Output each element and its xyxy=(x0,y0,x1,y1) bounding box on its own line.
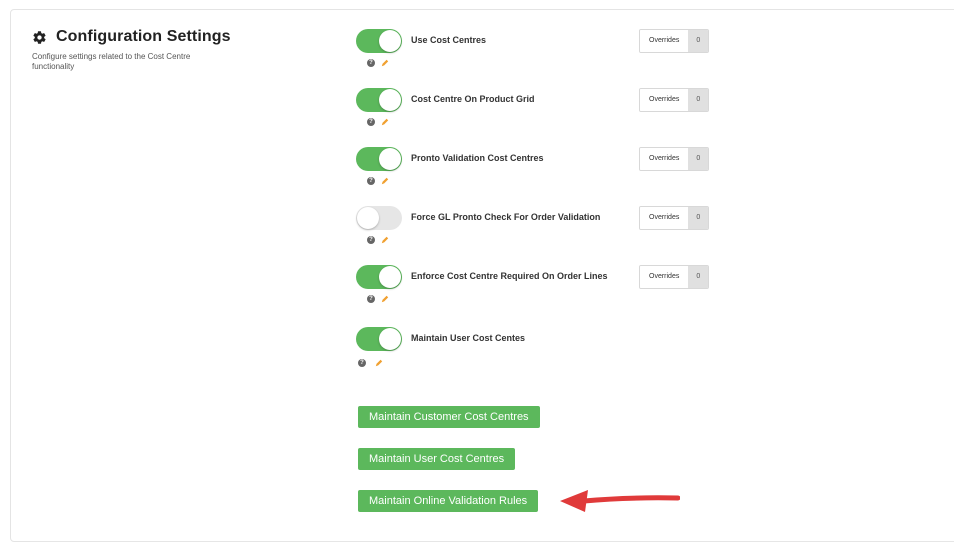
toggle-switch[interactable] xyxy=(356,206,402,230)
toggle-switch[interactable] xyxy=(356,147,402,171)
toggle-switch[interactable] xyxy=(356,265,402,289)
setting-label: Force GL Pronto Check For Order Validati… xyxy=(411,212,601,222)
setting-force-gl-pronto-check: Force GL Pronto Check For Order Validati… xyxy=(356,206,726,256)
section-title: Configuration Settings xyxy=(56,28,231,45)
pencil-icon[interactable] xyxy=(381,177,389,185)
pencil-icon[interactable] xyxy=(381,295,389,303)
maintain-user-cost-centres-button[interactable]: Maintain User Cost Centres xyxy=(358,448,516,470)
overrides-count: 0 xyxy=(688,266,709,288)
toggle-switch[interactable] xyxy=(356,29,402,53)
maintain-customer-cost-centres-button[interactable]: Maintain Customer Cost Centres xyxy=(358,406,540,428)
overrides-label: Overrides xyxy=(640,89,689,111)
toggle-knob xyxy=(379,30,401,52)
setting-label: Enforce Cost Centre Required On Order Li… xyxy=(411,271,608,281)
setting-icons: ? xyxy=(367,118,389,126)
question-icon[interactable]: ? xyxy=(367,59,375,67)
overrides-count: 0 xyxy=(688,207,709,229)
toggle-knob xyxy=(357,207,379,229)
toggle-knob xyxy=(379,89,401,111)
toggle-knob xyxy=(379,148,401,170)
question-icon[interactable]: ? xyxy=(358,359,366,367)
setting-maintain-user-cost-centes: Maintain User Cost Centes ? xyxy=(356,327,726,377)
setting-cost-centre-on-product-grid: Cost Centre On Product Grid ? Overrides … xyxy=(356,88,726,138)
overrides-button[interactable]: Overrides 0 xyxy=(639,29,710,53)
question-icon[interactable]: ? xyxy=(367,177,375,185)
setting-icons: ? xyxy=(367,177,389,185)
overrides-label: Overrides xyxy=(640,30,689,52)
pencil-icon[interactable] xyxy=(381,118,389,126)
setting-label: Pronto Validation Cost Centres xyxy=(411,153,544,163)
section-description: Configure settings related to the Cost C… xyxy=(32,52,191,71)
setting-label: Use Cost Centres xyxy=(411,35,487,45)
pencil-icon[interactable] xyxy=(381,236,389,244)
pencil-icon[interactable] xyxy=(381,59,389,67)
overrides-button[interactable]: Overrides 0 xyxy=(639,206,710,230)
setting-icons: ? xyxy=(367,59,389,67)
overrides-button[interactable]: Overrides 0 xyxy=(639,147,710,171)
question-icon[interactable]: ? xyxy=(367,118,375,126)
section-header: Configuration Settings xyxy=(32,28,231,46)
question-icon[interactable]: ? xyxy=(367,295,375,303)
card-divider xyxy=(30,541,954,542)
setting-use-cost-centres: Use Cost Centres ? Overrides 0 xyxy=(356,29,726,79)
toggle-switch[interactable] xyxy=(356,327,402,351)
overrides-label: Overrides xyxy=(640,207,689,229)
maintain-online-validation-rules-button[interactable]: Maintain Online Validation Rules xyxy=(358,490,539,512)
toggle-switch[interactable] xyxy=(356,88,402,112)
overrides-label: Overrides xyxy=(640,148,689,170)
setting-icons: ? xyxy=(367,295,389,303)
setting-label: Cost Centre On Product Grid xyxy=(411,94,535,104)
setting-enforce-cost-centre-required: Enforce Cost Centre Required On Order Li… xyxy=(356,265,726,315)
pencil-icon[interactable] xyxy=(375,359,383,367)
red-arrow-icon xyxy=(560,490,680,512)
question-icon[interactable]: ? xyxy=(367,236,375,244)
overrides-count: 0 xyxy=(688,148,709,170)
toggle-knob xyxy=(379,328,401,350)
toggle-knob xyxy=(379,266,401,288)
setting-label: Maintain User Cost Centes xyxy=(411,333,526,343)
setting-icons: ? xyxy=(358,359,383,367)
overrides-button[interactable]: Overrides 0 xyxy=(639,265,710,289)
overrides-count: 0 xyxy=(688,89,709,111)
setting-icons: ? xyxy=(367,236,389,244)
overrides-button[interactable]: Overrides 0 xyxy=(639,88,710,112)
setting-pronto-validation-cost-centres: Pronto Validation Cost Centres ? Overrid… xyxy=(356,147,726,197)
gear-icon xyxy=(33,30,46,44)
overrides-label: Overrides xyxy=(640,266,689,288)
overrides-count: 0 xyxy=(688,30,709,52)
